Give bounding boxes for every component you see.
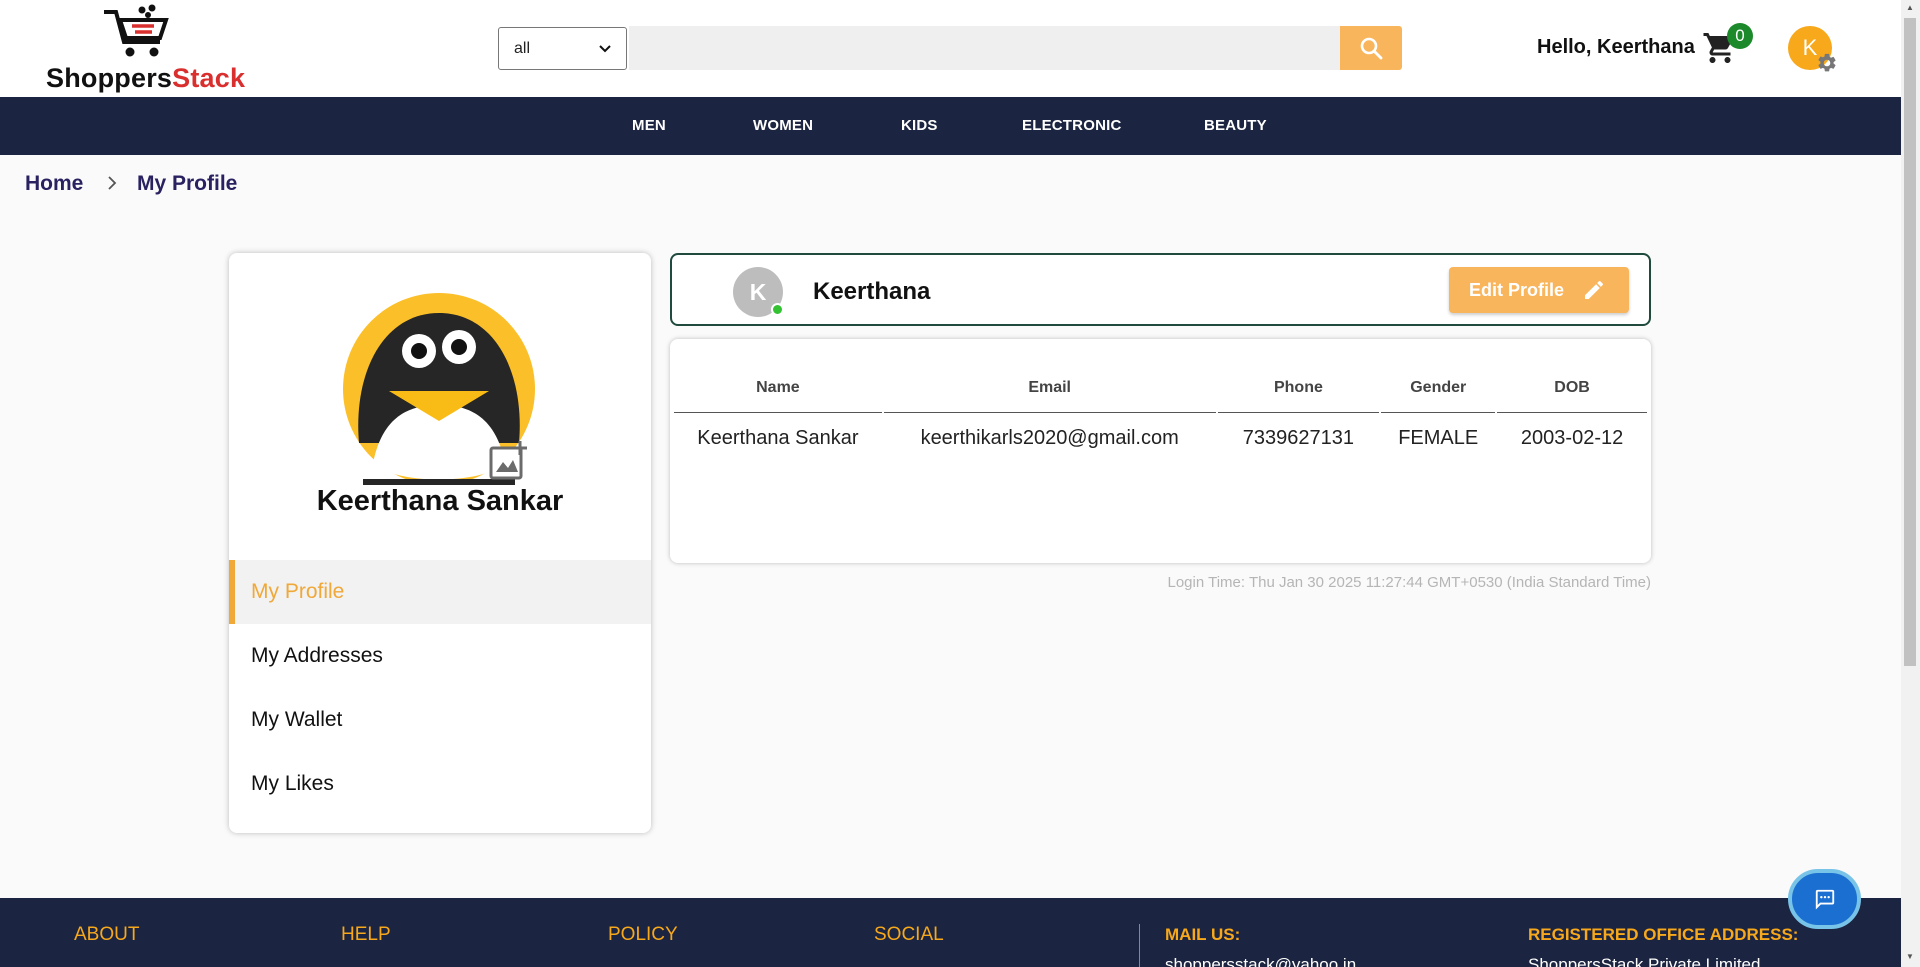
cell-phone: 7339627131	[1242, 426, 1355, 449]
column-header-name: Name	[674, 364, 882, 413]
table-header-row: Name Email Phone Gender DOB	[674, 364, 1647, 413]
gear-icon[interactable]	[1816, 52, 1838, 74]
search-input[interactable]	[629, 26, 1340, 70]
search-button[interactable]	[1340, 26, 1402, 70]
column-header-dob: DOB	[1497, 364, 1647, 413]
profile-name: Keerthana Sankar	[316, 485, 564, 517]
menu-my-profile[interactable]: My Profile	[229, 560, 651, 624]
menu-my-addresses[interactable]: My Addresses	[229, 624, 651, 688]
footer-office-value: ShoppersStack Private Limited	[1528, 955, 1761, 967]
profile-header-name: Keerthana	[813, 278, 931, 305]
nav-beauty[interactable]: BEAUTY	[1204, 117, 1267, 134]
nav-men[interactable]: MEN	[632, 117, 666, 134]
online-status-dot	[771, 303, 784, 316]
login-time: Login Time: Thu Jan 30 2025 11:27:44 GMT…	[1167, 574, 1652, 591]
nav-kids[interactable]: KIDS	[901, 117, 938, 134]
edit-profile-label: Edit Profile	[1469, 279, 1565, 300]
cell-gender: FEMALE	[1398, 426, 1479, 449]
cart-logo-icon	[104, 4, 169, 57]
footer-mail-value[interactable]: shoppersstack@yahoo.in	[1165, 955, 1356, 967]
category-nav: MEN WOMEN KIDS ELECTRONIC BEAUTY	[0, 97, 1901, 155]
search-icon	[1360, 37, 1383, 60]
pencil-icon	[1585, 280, 1604, 299]
footer-divider	[1139, 924, 1140, 967]
category-select[interactable]: all	[498, 27, 627, 70]
breadcrumb-home[interactable]: Home	[25, 172, 83, 196]
logo[interactable]: ShoppersStack	[44, 4, 254, 93]
profile-sidebar: Keerthana Sankar My Profile My Addresses…	[229, 253, 651, 833]
profile-details-table: Name Email Phone Gender DOB Keerthana Sa…	[672, 364, 1649, 463]
column-header-gender: Gender	[1381, 364, 1496, 413]
footer-about[interactable]: ABOUT	[74, 924, 139, 946]
category-select-value: all	[514, 39, 531, 57]
breadcrumb-current: My Profile	[137, 172, 238, 195]
chat-icon	[1815, 889, 1834, 910]
cell-name: Keerthana Sankar	[697, 426, 859, 449]
table-row: Keerthana Sankar keerthikarls2020@gmail.…	[674, 413, 1647, 463]
footer-social[interactable]: SOCIAL	[874, 924, 944, 946]
nav-women[interactable]: WOMEN	[753, 117, 813, 134]
add-photo-icon[interactable]	[488, 440, 532, 480]
cart-count-badge: 0	[1727, 23, 1753, 49]
scroll-down-arrow-icon[interactable]: ▼	[1904, 952, 1916, 964]
cell-email: keerthikarls2020@gmail.com	[920, 426, 1179, 449]
menu-my-wallet[interactable]: My Wallet	[229, 688, 651, 752]
footer-mail-heading: MAIL US:	[1165, 925, 1241, 944]
footer: ABOUT HELP POLICY SOCIAL MAIL US: shoppe…	[0, 898, 1901, 967]
profile-details-card: Name Email Phone Gender DOB Keerthana Sa…	[670, 339, 1651, 563]
footer-policy[interactable]: POLICY	[608, 924, 678, 946]
nav-electronic[interactable]: ELECTRONIC	[1022, 117, 1122, 134]
chevron-down-icon	[599, 44, 611, 52]
column-header-phone: Phone	[1217, 364, 1380, 413]
logo-text: ShoppersStack	[46, 63, 246, 93]
scrollbar-thumb[interactable]	[1904, 18, 1916, 666]
chat-button[interactable]	[1788, 869, 1861, 929]
top-header: ShoppersStack all Hello, Keerthana 0 K	[0, 0, 1901, 97]
footer-office-heading: REGISTERED OFFICE ADDRESS:	[1528, 925, 1799, 944]
column-header-email: Email	[883, 364, 1216, 413]
chevron-right-icon	[108, 176, 117, 190]
edit-profile-button[interactable]: Edit Profile	[1449, 267, 1629, 313]
greeting-text: Hello, Keerthana	[1537, 36, 1695, 58]
profile-header-card: K Keerthana Edit Profile	[670, 253, 1651, 326]
scroll-up-arrow-icon[interactable]: ▲	[1904, 3, 1916, 15]
footer-help[interactable]: HELP	[341, 924, 391, 946]
menu-my-likes[interactable]: My Likes	[229, 752, 651, 816]
cell-dob: 2003-02-12	[1520, 426, 1624, 449]
